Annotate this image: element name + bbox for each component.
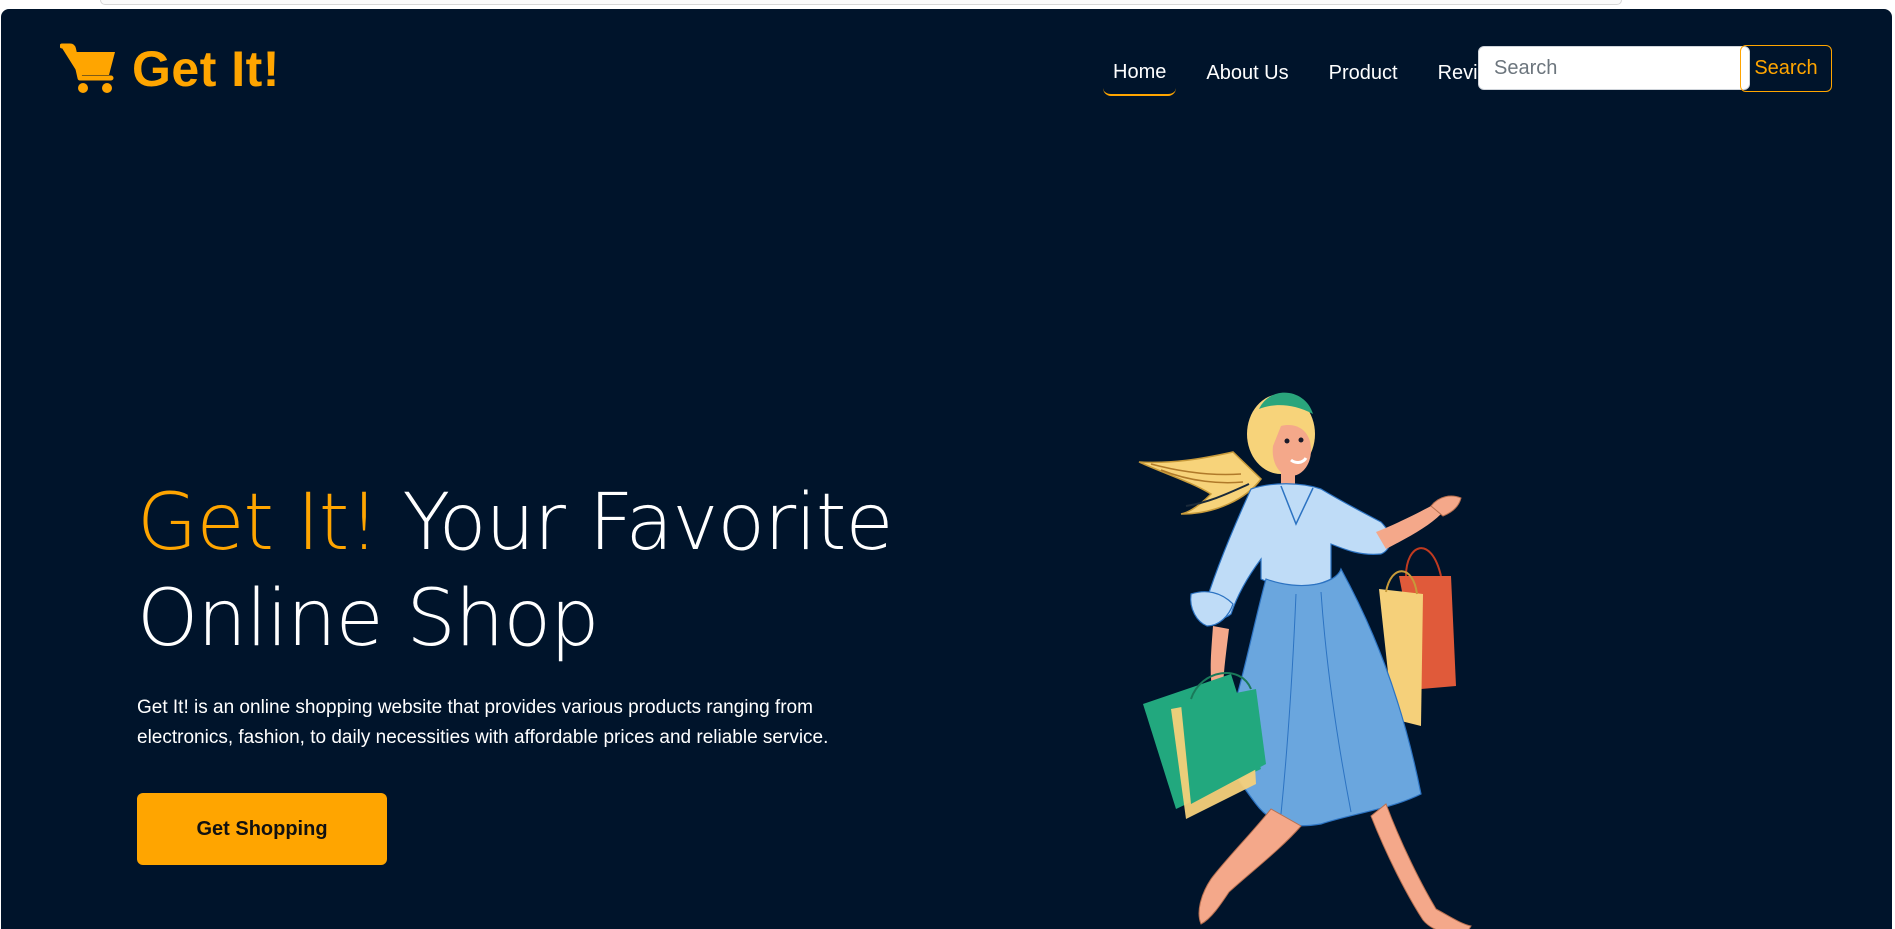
brand-name: Get It! bbox=[132, 41, 280, 97]
search-input[interactable] bbox=[1478, 46, 1750, 90]
search-button[interactable]: Search bbox=[1740, 45, 1832, 92]
browser-frame-edge bbox=[100, 0, 1622, 5]
main-nav: Home About Us Product Review bbox=[1103, 53, 1513, 96]
nav-link-product[interactable]: Product bbox=[1319, 54, 1408, 95]
hero-title-accent: Get It! bbox=[137, 478, 380, 568]
nav-link-home[interactable]: Home bbox=[1103, 53, 1177, 96]
brand-logo[interactable]: Get It! bbox=[60, 42, 280, 96]
woman-with-shopping-bags-illustration bbox=[1138, 392, 1472, 929]
hero-description: Get It! is an online shopping website th… bbox=[137, 697, 829, 748]
hero-title: Get It! Your Favorite Online Shop bbox=[137, 475, 957, 667]
nav-link-about-us[interactable]: About Us bbox=[1196, 54, 1298, 95]
shopping-cart-icon bbox=[60, 43, 115, 93]
page: Get It! Home About Us Product Review Sea… bbox=[1, 9, 1892, 929]
get-shopping-button[interactable]: Get Shopping bbox=[137, 793, 387, 865]
